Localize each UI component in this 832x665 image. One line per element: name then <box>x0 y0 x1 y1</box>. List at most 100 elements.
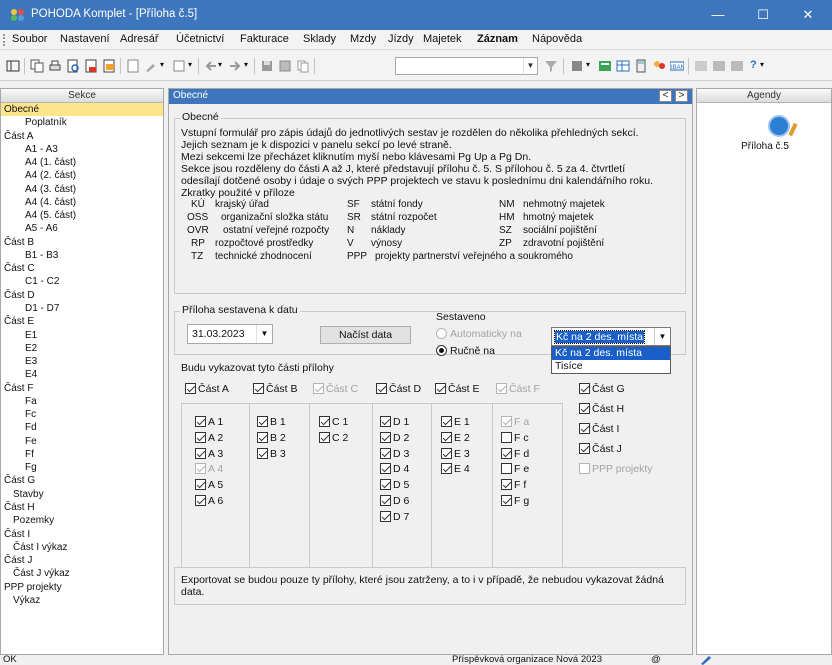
section-item[interactable]: Část J <box>1 554 163 567</box>
section-item[interactable]: Část A <box>1 130 163 143</box>
iban-icon[interactable]: IBAN <box>670 59 684 73</box>
section-item[interactable]: E3 <box>1 355 163 368</box>
section-item[interactable]: A4 (3. část) <box>1 183 163 196</box>
columns-icon[interactable] <box>712 59 726 73</box>
quick-filter-combo[interactable]: ▼ <box>395 57 538 75</box>
section-item[interactable]: A4 (4. část) <box>1 196 163 209</box>
section-item[interactable]: C1 - C2 <box>1 275 163 288</box>
section-item[interactable]: A4 (5. část) <box>1 209 163 222</box>
menu-adresar[interactable]: Adresář <box>120 33 159 45</box>
part-item-checkbox[interactable]: B 2 <box>257 431 286 444</box>
section-item[interactable]: Část G <box>1 474 163 487</box>
menu-fakturace[interactable]: Fakturace <box>240 33 289 45</box>
part-item-checkbox[interactable]: B 3 <box>257 447 286 460</box>
menu-jizdy[interactable]: Jízdy <box>388 33 414 45</box>
print-preview-icon[interactable] <box>66 59 80 73</box>
chevron-down-icon[interactable]: ▼ <box>523 58 537 74</box>
back-arrow-icon[interactable] <box>204 59 218 73</box>
forward-dropdown-icon[interactable]: ▾ <box>244 60 248 69</box>
new-record-icon[interactable] <box>126 59 140 73</box>
right-part-checkbox[interactable]: Část J <box>579 443 622 455</box>
part-item-checkbox[interactable]: D 1 <box>380 416 409 428</box>
help-icon[interactable]: ? <box>750 59 757 71</box>
next-section-button[interactable]: > <box>675 90 688 102</box>
part-item-checkbox[interactable]: E 2 <box>441 431 470 444</box>
chevron-down-icon[interactable]: ▼ <box>256 325 272 343</box>
menu-napoveda[interactable]: Nápověda <box>532 33 582 45</box>
part-header-checkbox[interactable]: Část A <box>185 383 229 395</box>
part-item-checkbox[interactable]: A 4 <box>195 463 223 475</box>
part-item-checkbox[interactable]: A 5 <box>195 479 223 491</box>
section-item[interactable]: Fd <box>1 421 163 434</box>
section-item[interactable]: Ff <box>1 448 163 461</box>
part-item-checkbox[interactable]: F d <box>501 447 529 460</box>
part-item-checkbox[interactable]: D 4 <box>380 463 409 475</box>
part-item-checkbox[interactable]: D 3 <box>380 447 409 460</box>
section-item[interactable]: Část J výkaz <box>1 567 163 580</box>
table-icon[interactable] <box>616 59 630 73</box>
menu-nastaveni[interactable]: Nastavení <box>60 33 110 45</box>
unit-option[interactable]: Tisíce <box>552 360 670 373</box>
part-header-checkbox[interactable]: Část F <box>496 383 540 395</box>
section-item[interactable]: Část D <box>1 289 163 302</box>
part-item-checkbox[interactable]: E 3 <box>441 447 470 460</box>
right-part-checkbox[interactable]: Část H <box>579 403 624 415</box>
section-item[interactable]: E4 <box>1 368 163 381</box>
date-field[interactable]: 31.03.2023 ▼ <box>187 324 273 344</box>
back-dropdown-icon[interactable]: ▾ <box>218 60 222 69</box>
part-header-checkbox[interactable]: Část C <box>313 383 358 395</box>
green-sheet-icon[interactable] <box>598 59 612 73</box>
section-item[interactable]: E1 <box>1 329 163 342</box>
print-icon[interactable] <box>48 59 62 73</box>
brush-dropdown-icon[interactable]: ▾ <box>160 60 164 69</box>
menu-soubor[interactable]: Soubor <box>12 33 47 45</box>
users-icon[interactable] <box>652 59 666 73</box>
part-item-checkbox[interactable]: C 1 <box>319 416 348 428</box>
section-item[interactable]: A4 (2. část) <box>1 169 163 182</box>
section-item[interactable]: A4 (1. část) <box>1 156 163 169</box>
section-item[interactable]: Část H <box>1 501 163 514</box>
section-item[interactable]: A5 - A6 <box>1 222 163 235</box>
right-part-checkbox[interactable]: Část I <box>579 423 619 435</box>
part-item-checkbox[interactable]: F c <box>501 431 529 444</box>
layout-icon[interactable] <box>730 59 744 73</box>
part-header-checkbox[interactable]: Část D <box>376 383 421 395</box>
section-item[interactable]: PPP projekty <box>1 581 163 594</box>
section-item[interactable]: B1 - B3 <box>1 249 163 262</box>
part-item-checkbox[interactable]: A 1 <box>195 416 223 428</box>
section-item[interactable]: Fa <box>1 395 163 408</box>
menu-sklady[interactable]: Sklady <box>303 33 336 45</box>
section-item[interactable]: Pozemky <box>1 514 163 527</box>
save-icon[interactable] <box>260 59 274 73</box>
unit-option[interactable]: Kč na 2 des. místa <box>552 347 670 360</box>
load-data-button[interactable]: Načíst data <box>320 326 411 344</box>
menu-majetek[interactable]: Majetek <box>423 33 462 45</box>
section-item[interactable]: Část B <box>1 236 163 249</box>
prev-section-button[interactable]: < <box>659 90 672 102</box>
brush-icon[interactable] <box>144 59 158 73</box>
section-item[interactable]: E2 <box>1 342 163 355</box>
part-item-checkbox[interactable]: A 3 <box>195 447 223 460</box>
section-item[interactable]: Část I výkaz <box>1 541 163 554</box>
book-icon[interactable] <box>570 59 584 73</box>
section-item[interactable]: Výkaz <box>1 594 163 607</box>
filter-dropdown-icon[interactable]: ▾ <box>188 60 192 69</box>
minimize-button[interactable]: — <box>696 0 740 30</box>
part-item-checkbox[interactable]: F a <box>501 416 529 428</box>
radio-auto[interactable]: Automaticky na <box>436 328 522 340</box>
section-item[interactable]: Fc <box>1 408 163 421</box>
section-item[interactable]: Poplatník <box>1 116 163 129</box>
report-icon[interactable] <box>84 59 98 73</box>
close-button[interactable]: ✕ <box>786 0 830 30</box>
chevron-down-icon[interactable]: ▼ <box>654 328 670 345</box>
priloha-agenda-icon[interactable] <box>768 115 790 137</box>
filter-icon[interactable] <box>172 59 186 73</box>
section-item[interactable]: Fe <box>1 435 163 448</box>
part-item-checkbox[interactable]: F f <box>501 479 526 491</box>
duplicate-icon[interactable] <box>296 59 310 73</box>
export-icon[interactable] <box>102 59 116 73</box>
radio-manual[interactable]: Ručně na <box>436 345 495 357</box>
right-part-checkbox[interactable]: PPP projekty <box>579 463 653 475</box>
section-item[interactable]: Obecné <box>1 103 163 117</box>
part-header-checkbox[interactable]: Část B <box>253 383 298 395</box>
